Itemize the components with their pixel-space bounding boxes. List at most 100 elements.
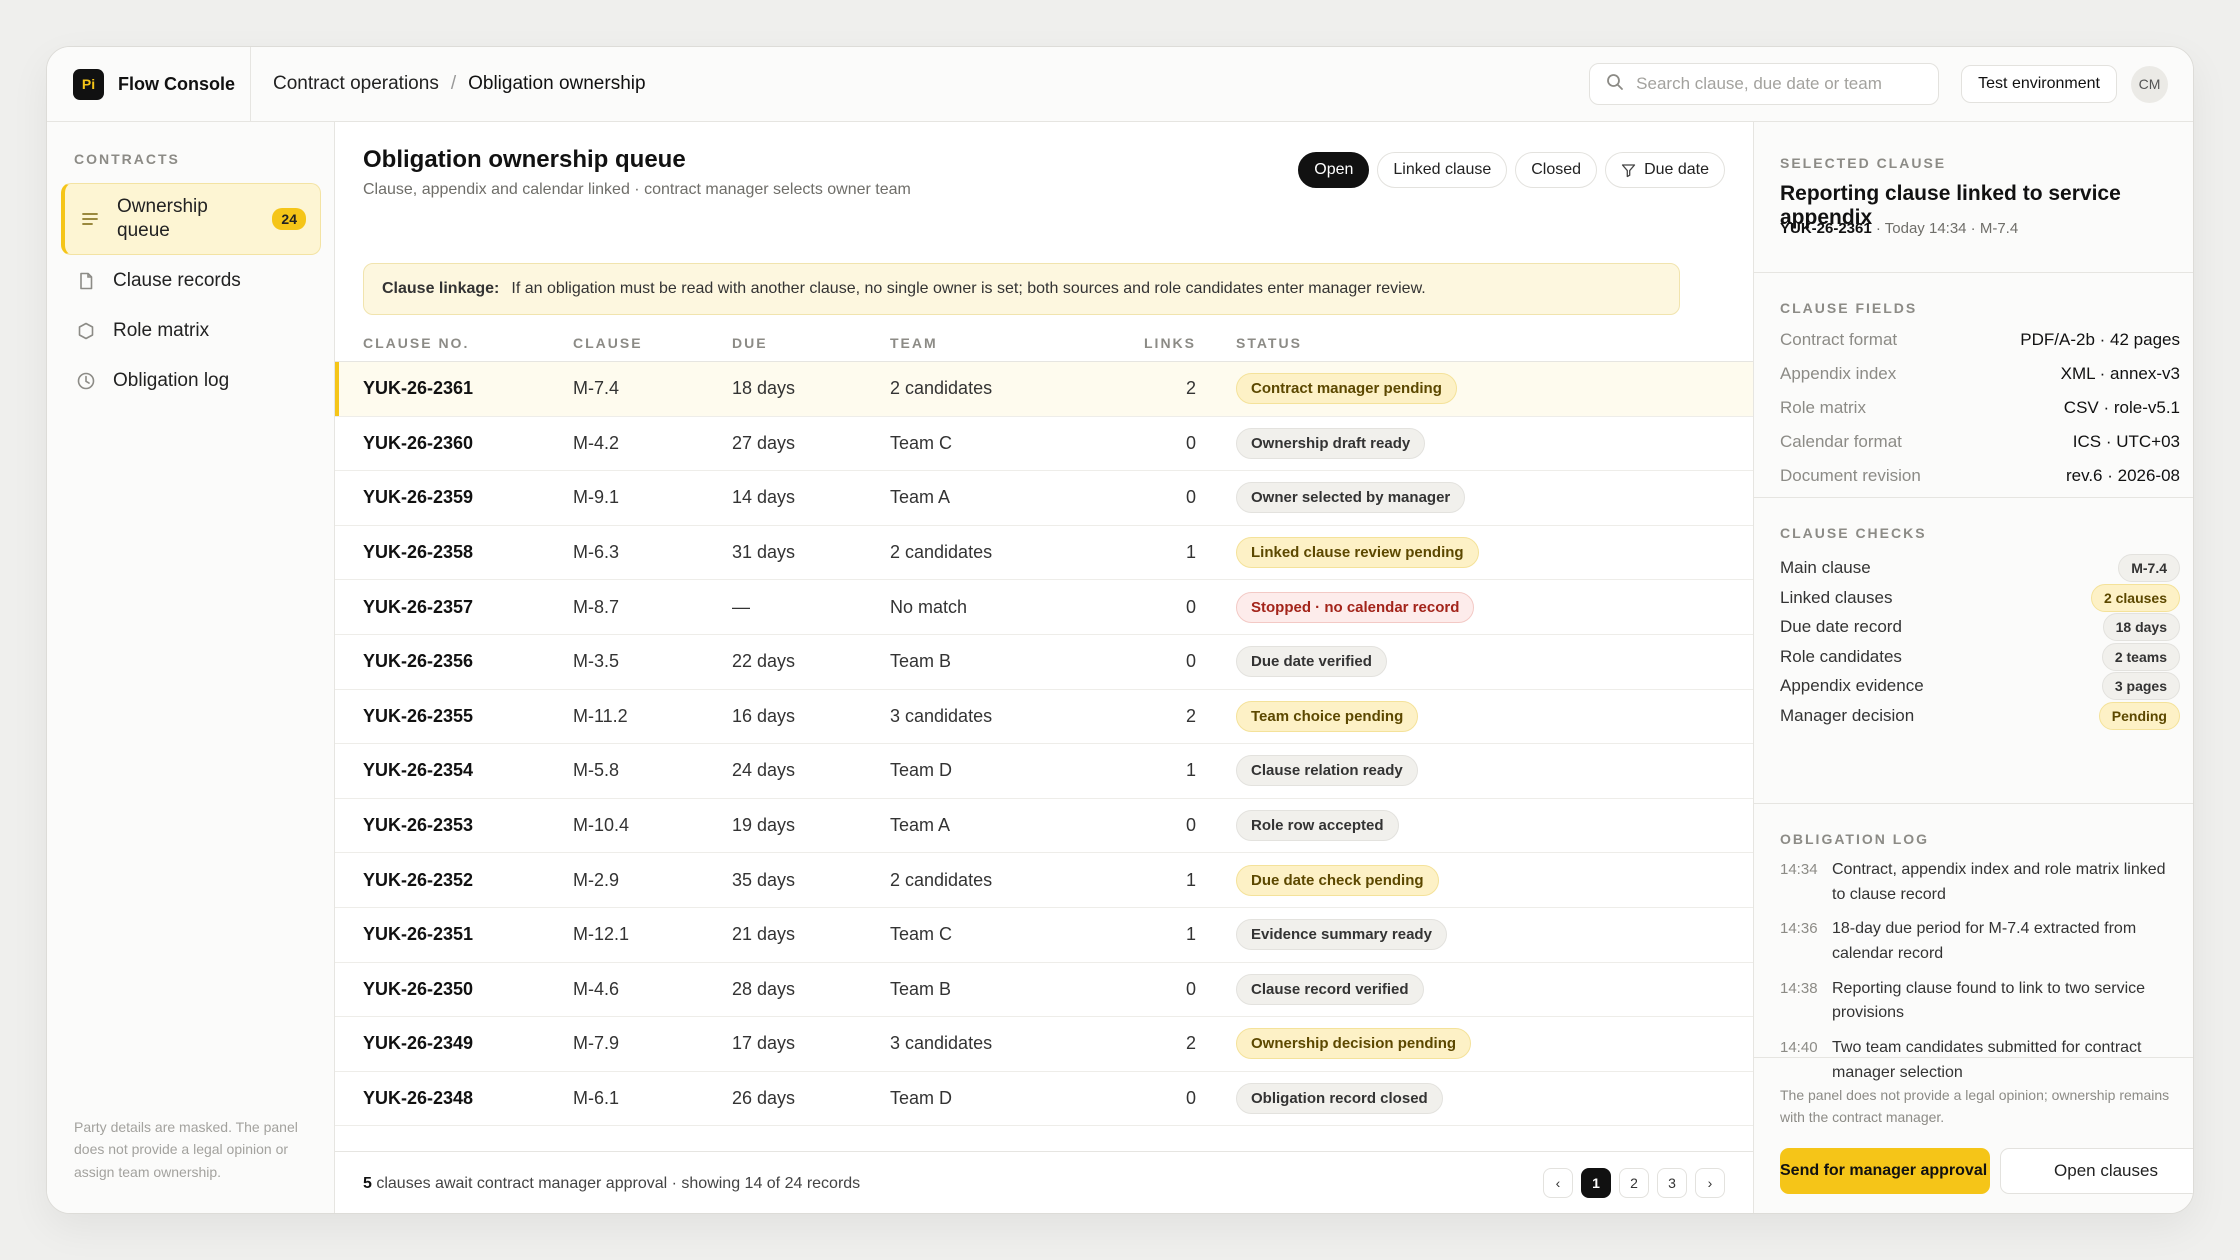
document-icon (75, 270, 97, 292)
avatar[interactable]: CM (2131, 65, 2168, 103)
sidebar-item-ownership-queue[interactable]: Ownership queue 24 (61, 183, 321, 255)
table-row[interactable]: YUK-26-2348 M-6.1 26 days Team D 0 Obligation… (335, 1072, 1753, 1127)
cell-team: Team B (890, 651, 952, 672)
log-time: 14:34 (1780, 861, 1818, 878)
environment-button[interactable]: Test environment (1961, 65, 2117, 103)
check-label: Appendix evidence (1780, 676, 1924, 696)
sidebar-item-label: Role matrix (113, 320, 210, 342)
cell-links: 0 (1185, 978, 1196, 999)
cell-due: 28 days (732, 978, 796, 999)
filter-due-date[interactable]: Due date (1605, 152, 1725, 188)
table-row[interactable]: YUK-26-2359 M-9.1 14 days Team A 0 Owner sele… (335, 471, 1753, 526)
status-badge: Obligation record closed (1236, 1083, 1443, 1115)
cell-clause-no: YUK-26-2359 (363, 487, 474, 508)
page-prev-button[interactable]: ‹ (1543, 1168, 1573, 1198)
page-1-button[interactable]: 1 (1581, 1168, 1611, 1198)
cell-team: Team D (890, 760, 953, 781)
breadcrumb-section[interactable]: Contract operations (273, 73, 439, 95)
column-header-due[interactable]: DUE (732, 335, 890, 351)
cell-team: Team C (890, 432, 953, 453)
column-header-clause[interactable]: CLAUSE (573, 335, 732, 351)
sidebar-item-clause-records[interactable]: Clause records (61, 257, 321, 305)
sidebar-item-role-matrix[interactable]: Role matrix (61, 307, 321, 355)
column-header-status[interactable]: STATUS (1196, 335, 1302, 351)
column-header-team[interactable]: TEAM (890, 335, 1131, 351)
table-body: YUK-26-2361 M-7.4 18 days 2 candidates 2 Cont… (335, 362, 1753, 1127)
table-row[interactable]: YUK-26-2352 M-2.9 35 days 2 candidates 1 Due … (335, 853, 1753, 908)
page-subtitle: Clause, appendix and calendar linked · c… (363, 181, 911, 198)
sidebar-item-label: Obligation log (113, 370, 230, 392)
table-row[interactable]: YUK-26-2353 M-10.4 19 days Team A 0 Role row … (335, 799, 1753, 854)
obligation-table: CLAUSE NO. CLAUSE DUE TEAM LINKS STATUS … (335, 325, 1753, 1127)
send-for-approval-button[interactable]: Send for manager approval (1780, 1148, 1990, 1194)
cell-due: 22 days (732, 651, 796, 672)
filter-closed[interactable]: Closed (1515, 152, 1598, 188)
search-icon (1606, 73, 1624, 96)
page-3-button[interactable]: 3 (1657, 1168, 1687, 1198)
cell-due: 31 days (732, 542, 796, 563)
log-text: Contract, appendix index and role matrix… (1832, 861, 2166, 903)
cell-links: 0 (1185, 487, 1196, 508)
table-row[interactable]: YUK-26-2349 M-7.9 17 days 3 candidates 2 Owne… (335, 1017, 1753, 1072)
cell-status: Due date check pending (1196, 864, 1439, 896)
section-heading: CLAUSE FIELDS (1780, 300, 1918, 316)
cell-due: 17 days (732, 1033, 796, 1054)
cell-team: 2 candidates (890, 542, 993, 563)
cell-status: Contract manager pending (1196, 373, 1457, 405)
open-clauses-button[interactable]: Open clauses (2000, 1148, 2193, 1194)
log-time: 14:40 (1780, 1038, 1818, 1056)
table-header: CLAUSE NO. CLAUSE DUE TEAM LINKS STATUS (335, 325, 1753, 362)
cell-links: 2 (1185, 705, 1196, 726)
cell-team: 3 candidates (890, 705, 993, 726)
breadcrumb-separator: / (450, 73, 457, 94)
search-box[interactable] (1589, 63, 1940, 105)
page-2-button[interactable]: 2 (1619, 1168, 1649, 1198)
search-input[interactable] (1636, 74, 1927, 94)
cell-status: Linked clause review pending (1196, 537, 1479, 569)
app-name: Flow Console (118, 73, 235, 94)
log-entry: 14:34 Contract, appendix index and role m… (1780, 858, 2180, 908)
sidebar-item-obligation-log[interactable]: Obligation log (61, 357, 321, 405)
filter-linked-clause[interactable]: Linked clause (1377, 152, 1508, 188)
list-icon (79, 208, 101, 230)
table-row[interactable]: YUK-26-2356 M-3.5 22 days Team B 0 Due date v… (335, 635, 1753, 690)
table-row[interactable]: YUK-26-2358 M-6.3 31 days 2 candidates 1 Link… (335, 526, 1753, 581)
section-heading: SELECTED CLAUSE (1780, 155, 1947, 171)
filter-open[interactable]: Open (1298, 152, 1370, 188)
cell-status: Owner selected by manager (1196, 482, 1466, 514)
cell-due: 14 days (732, 487, 796, 508)
status-badge: Due date verified (1236, 646, 1387, 678)
column-header-clause-no[interactable]: CLAUSE NO. (335, 335, 573, 351)
page-title: Obligation ownership queue (363, 146, 686, 173)
field-value: PDF/A-2b · 42 pages (2020, 330, 2180, 349)
cell-clause: M-9.1 (573, 487, 620, 508)
obligation-log-section: OBLIGATION LOG 14:34 Contract, appendix i… (1754, 804, 2193, 1081)
breadcrumb-current: Obligation ownership (468, 73, 646, 94)
cell-clause: M-8.7 (573, 596, 620, 617)
log-time: 14:38 (1780, 979, 1818, 997)
table-row[interactable]: YUK-26-2355 M-11.2 16 days 3 candidates 2 Tea… (335, 690, 1753, 745)
cell-links: 2 (1185, 1033, 1196, 1054)
table-row[interactable]: YUK-26-2351 M-12.1 21 days Team C 1 Evidence … (335, 908, 1753, 963)
page-next-button[interactable]: › (1695, 1168, 1725, 1198)
field-row: Role matrix CSV · role-v5.1 (1780, 398, 2180, 418)
pagination: ‹ 1 2 3 › (1535, 1168, 1725, 1198)
check-row: Linked clauses 2 clauses (1780, 583, 2180, 612)
cell-clause: M-4.6 (573, 978, 620, 999)
section-heading: OBLIGATION LOG (1780, 831, 1930, 847)
table-row[interactable]: YUK-26-2361 M-7.4 18 days 2 candidates 2 Cont… (335, 362, 1753, 417)
table-row[interactable]: YUK-26-2350 M-4.6 28 days Team B 0 Clause rec… (335, 963, 1753, 1018)
table-row[interactable]: YUK-26-2354 M-5.8 24 days Team D 1 Clause rel… (335, 744, 1753, 799)
cell-clause: M-5.8 (573, 760, 620, 781)
cell-due: 21 days (732, 924, 796, 945)
cell-clause: M-4.2 (573, 432, 620, 453)
brand[interactable]: Pi Flow Console (47, 47, 251, 121)
table-row[interactable]: YUK-26-2357 M-8.7 — No match 0 Stopped · no c… (335, 580, 1753, 635)
field-value: CSV · role-v5.1 (2063, 398, 2180, 417)
log-text: Two team candidates submitted for contra… (1832, 1038, 2142, 1081)
cell-status: Role row accepted (1196, 810, 1399, 842)
column-header-links[interactable]: LINKS (1131, 335, 1196, 351)
selected-clause-id: YUK-26-2361 (1780, 220, 1872, 237)
table-row[interactable]: YUK-26-2360 M-4.2 27 days Team C 0 Ownership … (335, 417, 1753, 472)
cell-team: 2 candidates (890, 869, 993, 890)
